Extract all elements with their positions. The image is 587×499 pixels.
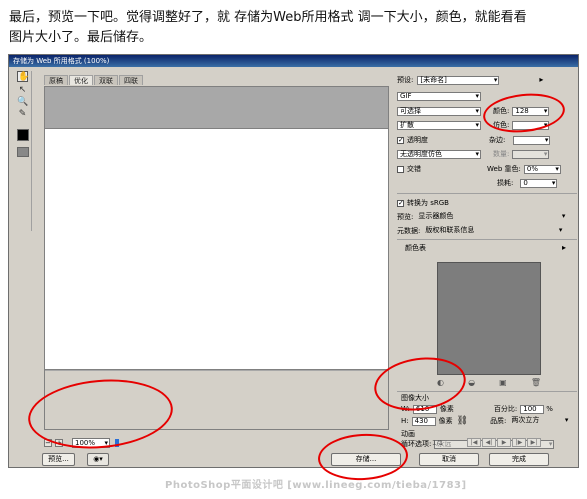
caption-text: 最后，预览一下吧。觉得调整好了，就 存储为Web所用格式 调一下大小，颜色，就能… [9,8,579,48]
view-tabs: 原稿 优化 双联 四联 [44,75,144,85]
percent-label: 百分比: [493,405,518,413]
convert-srgb-label: 转换为 sRGB [407,199,449,207]
constrain-proportions-icon[interactable]: ⛓ [457,416,468,426]
convert-srgb-checkbox[interactable] [397,198,404,208]
web-snap-label: Web 靠色: [487,165,521,173]
tab-4-up[interactable]: 四联 [119,75,143,85]
srgb-row: 转换为 sRGB [397,198,449,208]
next-frame-icon[interactable]: |▶ [512,438,526,447]
play-icon[interactable]: ▶ [497,438,511,447]
preview-canvas[interactable] [44,86,389,430]
interlaced-label: 交错 [407,165,421,173]
prev-frame-icon[interactable]: ◀| [482,438,496,447]
preview-label: 预览: [397,213,414,221]
color-table-header: 颜色表 ▸ [397,243,566,253]
slice-select-tool-icon[interactable]: ↖ [17,85,28,96]
browser-select-button[interactable]: ◉▾ [87,453,109,466]
new-color-icon[interactable]: ▣ [499,378,507,387]
animation-player: |◀ ◀| ▶ |▶ ▶| [467,438,542,447]
preset-row: 预设: [未命名] ▸ [397,75,543,85]
transparency-checkbox[interactable] [397,135,404,145]
height-label: H: [401,417,409,425]
frame-counter-row: 1/1 [432,438,443,448]
width-unit: 像素 [439,405,454,413]
matte-select[interactable] [513,135,551,145]
lossy-label: 损耗: [497,179,514,187]
quality-label: 品质: [490,417,507,425]
height-unit: 像素 [438,417,453,425]
metadata-row: 元数据: 版权和联系信息 [397,226,563,236]
preset-select[interactable]: [未命名] [417,75,500,85]
height-field[interactable]: 430 [411,416,436,426]
quality-select[interactable]: 两次立方 [509,416,569,426]
hand-tool-icon[interactable]: ✋ [17,71,29,82]
transparency-dither-select[interactable]: 无透明度仿色 [397,149,481,159]
preset-label: 预设: [397,76,414,84]
color-table[interactable] [437,262,541,375]
preview-button[interactable]: 预览... [42,453,75,466]
format-select[interactable]: GIF [397,91,481,101]
watermark: PhotoShop平面设计吧 [www.lineeg.com/tieba/178… [165,480,467,491]
toolbox: ✋ ↖ 🔍 ✎ [12,71,32,231]
color-table-menu-icon[interactable]: ▸ [562,243,566,253]
preview-image [45,128,388,370]
web-snap-field[interactable]: 0% [523,164,561,174]
transparency-row: 透明度 杂边: [397,135,551,145]
percent-field[interactable]: 100 [520,404,545,414]
metadata-select[interactable]: 版权和联系信息 [423,226,563,236]
cancel-button[interactable]: 取消 [419,453,479,466]
preview-row: 预览: 显示器颜色 [397,212,566,222]
transparency-dither-row: 无透明度仿色 数量: [397,149,550,159]
done-button[interactable]: 完成 [489,453,549,466]
optimize-menu-icon[interactable]: ▸ [539,75,543,85]
caption-line-2: 图片大小了。最后储存。 [9,30,153,45]
dither-method-select[interactable]: 扩散 [397,120,481,130]
height-row: H: 430 像素 ⛓ 品质: 两次立方 [397,416,569,426]
divider [397,239,577,240]
dialog-title: 存储为 Web 所用格式 (100%) [9,55,578,67]
interlaced-row: 交错 Web 靠色: 0% [397,164,561,174]
last-frame-icon[interactable]: ▶| [527,438,541,447]
lock-color-icon[interactable]: ◒ [468,378,475,387]
zoom-tool-icon[interactable]: 🔍 [17,97,28,108]
preview-select[interactable]: 显示器颜色 [416,212,566,222]
frame-counter: 1/1 [432,439,444,447]
transparency-label: 透明度 [407,136,428,144]
percent-unit: % [546,405,553,413]
color-reduction-select[interactable]: 可选择 [397,106,481,116]
color-table-label: 颜色表 [405,244,426,252]
amount-field[interactable] [512,149,550,159]
tab-optimized[interactable]: 优化 [69,75,93,85]
delete-color-icon[interactable]: 🗑 [531,378,541,387]
matte-label: 杂边: [489,136,506,144]
amount-label: 数量: [493,150,510,158]
divider [397,193,577,194]
metadata-label: 元数据: [397,227,421,235]
first-frame-icon[interactable]: |◀ [467,438,481,447]
tab-original[interactable]: 原稿 [44,75,68,85]
tab-2-up[interactable]: 双联 [94,75,118,85]
animation-header: 动画 [397,429,415,439]
caption-line-1: 最后，预览一下吧。觉得调整好了，就 存储为Web所用格式 调一下大小，颜色，就能… [9,10,527,25]
interlaced-checkbox[interactable] [397,165,404,173]
eyedropper-color-swatch[interactable] [17,129,29,141]
animation-label: 动画 [401,430,415,438]
eyedropper-tool-icon[interactable]: ✎ [17,109,28,120]
lossy-row: 损耗: 0 [397,178,558,188]
format-row: GIF [397,91,481,101]
toggle-slices-visibility-icon[interactable] [17,147,29,157]
lossy-field[interactable]: 0 [520,178,558,188]
